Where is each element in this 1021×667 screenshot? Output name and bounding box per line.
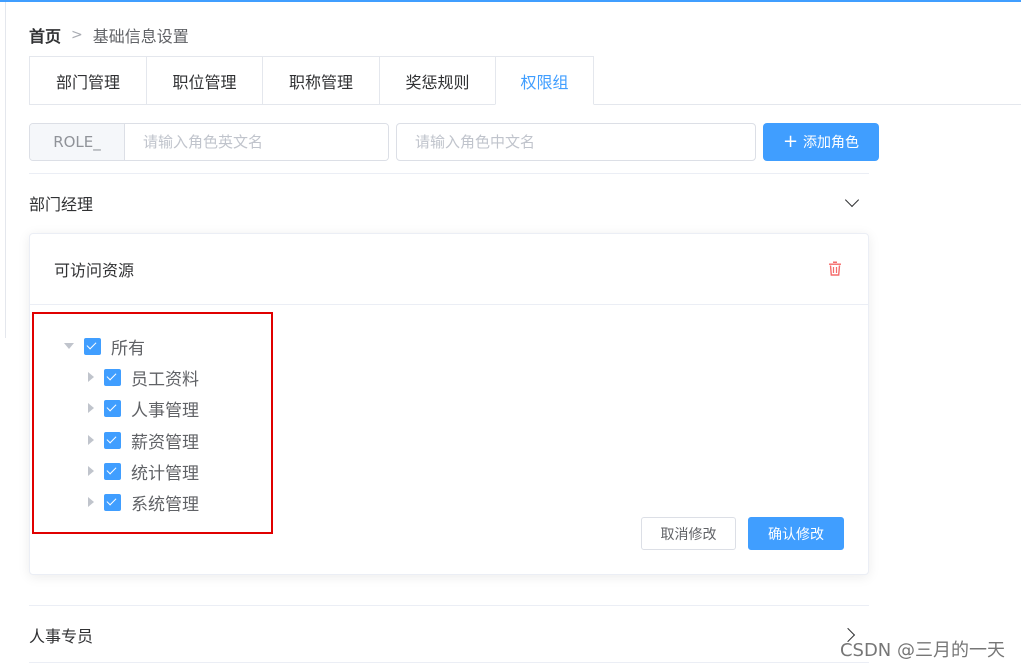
- tree-node-root[interactable]: 所有: [64, 333, 145, 359]
- caret-right-icon[interactable]: [88, 466, 94, 476]
- collapse-item-header[interactable]: 人事专员: [29, 620, 869, 650]
- checkbox-checked-icon[interactable]: [104, 399, 121, 417]
- tree-node-label: 人事管理: [131, 400, 199, 421]
- caret-right-icon[interactable]: [88, 435, 94, 445]
- role-prefix: ROLE_: [30, 124, 125, 160]
- top-accent-line: [0, 0, 1021, 2]
- confirm-edit-button[interactable]: 确认修改: [748, 517, 844, 550]
- caret-right-icon[interactable]: [88, 403, 94, 413]
- collapse-divider: [29, 662, 869, 663]
- collapse-divider: [29, 605, 869, 606]
- add-role-button[interactable]: + 添加角色: [763, 123, 879, 161]
- tree-node-label: 员工资料: [131, 369, 199, 390]
- checkbox-checked-icon[interactable]: [104, 431, 121, 449]
- caret-right-icon[interactable]: [88, 372, 94, 382]
- tree-node[interactable]: 员工资料: [88, 364, 199, 390]
- role-cn-name-input[interactable]: [396, 123, 756, 161]
- checkbox-checked-icon[interactable]: [104, 462, 121, 480]
- tree-node[interactable]: 统计管理: [88, 458, 199, 484]
- collapse-divider: [29, 173, 869, 174]
- tree-node[interactable]: 人事管理: [88, 395, 199, 421]
- breadcrumb-separator-icon: >: [71, 27, 83, 43]
- cancel-edit-button[interactable]: 取消修改: [641, 517, 736, 550]
- tree-node-label: 系统管理: [131, 494, 199, 515]
- card-title: 可访问资源: [54, 261, 135, 280]
- tab-department[interactable]: 部门管理: [29, 56, 146, 105]
- delete-icon[interactable]: [828, 261, 842, 277]
- role-name: 部门经理: [29, 195, 94, 214]
- tree-node-label: 统计管理: [131, 463, 199, 484]
- tree-node-label: 薪资管理: [131, 432, 199, 453]
- caret-down-icon[interactable]: [64, 343, 74, 349]
- add-role-label: 添加角色: [803, 135, 860, 151]
- plus-icon: +: [782, 131, 799, 152]
- breadcrumb: 首页 > 基础信息设置: [29, 24, 189, 46]
- checkbox-checked-icon[interactable]: [104, 493, 121, 511]
- tree-node-label: 所有: [111, 338, 145, 359]
- card-header: 可访问资源: [30, 234, 868, 305]
- breadcrumb-home[interactable]: 首页: [29, 23, 61, 47]
- collapse-item-header[interactable]: 部门经理: [29, 188, 869, 218]
- tree-node[interactable]: 系统管理: [88, 489, 199, 515]
- tab-reward-rules[interactable]: 奖惩规则: [379, 56, 495, 105]
- tab-bar: 部门管理 职位管理 职称管理 奖惩规则 权限组: [29, 56, 594, 105]
- checkbox-checked-icon[interactable]: [104, 368, 121, 386]
- left-border-line: [5, 2, 6, 338]
- role-en-name-input[interactable]: [125, 124, 388, 160]
- checkbox-checked-icon[interactable]: [84, 337, 101, 355]
- caret-right-icon[interactable]: [88, 497, 94, 507]
- role-name: 人事专员: [29, 627, 94, 646]
- tab-permission-group[interactable]: 权限组: [495, 56, 594, 105]
- role-en-input-group: ROLE_: [29, 123, 389, 161]
- chevron-down-icon: [844, 192, 860, 208]
- breadcrumb-current: 基础信息设置: [92, 27, 189, 46]
- watermark: CSDN @三月的一天: [839, 640, 1005, 661]
- tab-title[interactable]: 职称管理: [262, 56, 379, 105]
- tab-position[interactable]: 职位管理: [146, 56, 262, 105]
- tree-node[interactable]: 薪资管理: [88, 427, 199, 453]
